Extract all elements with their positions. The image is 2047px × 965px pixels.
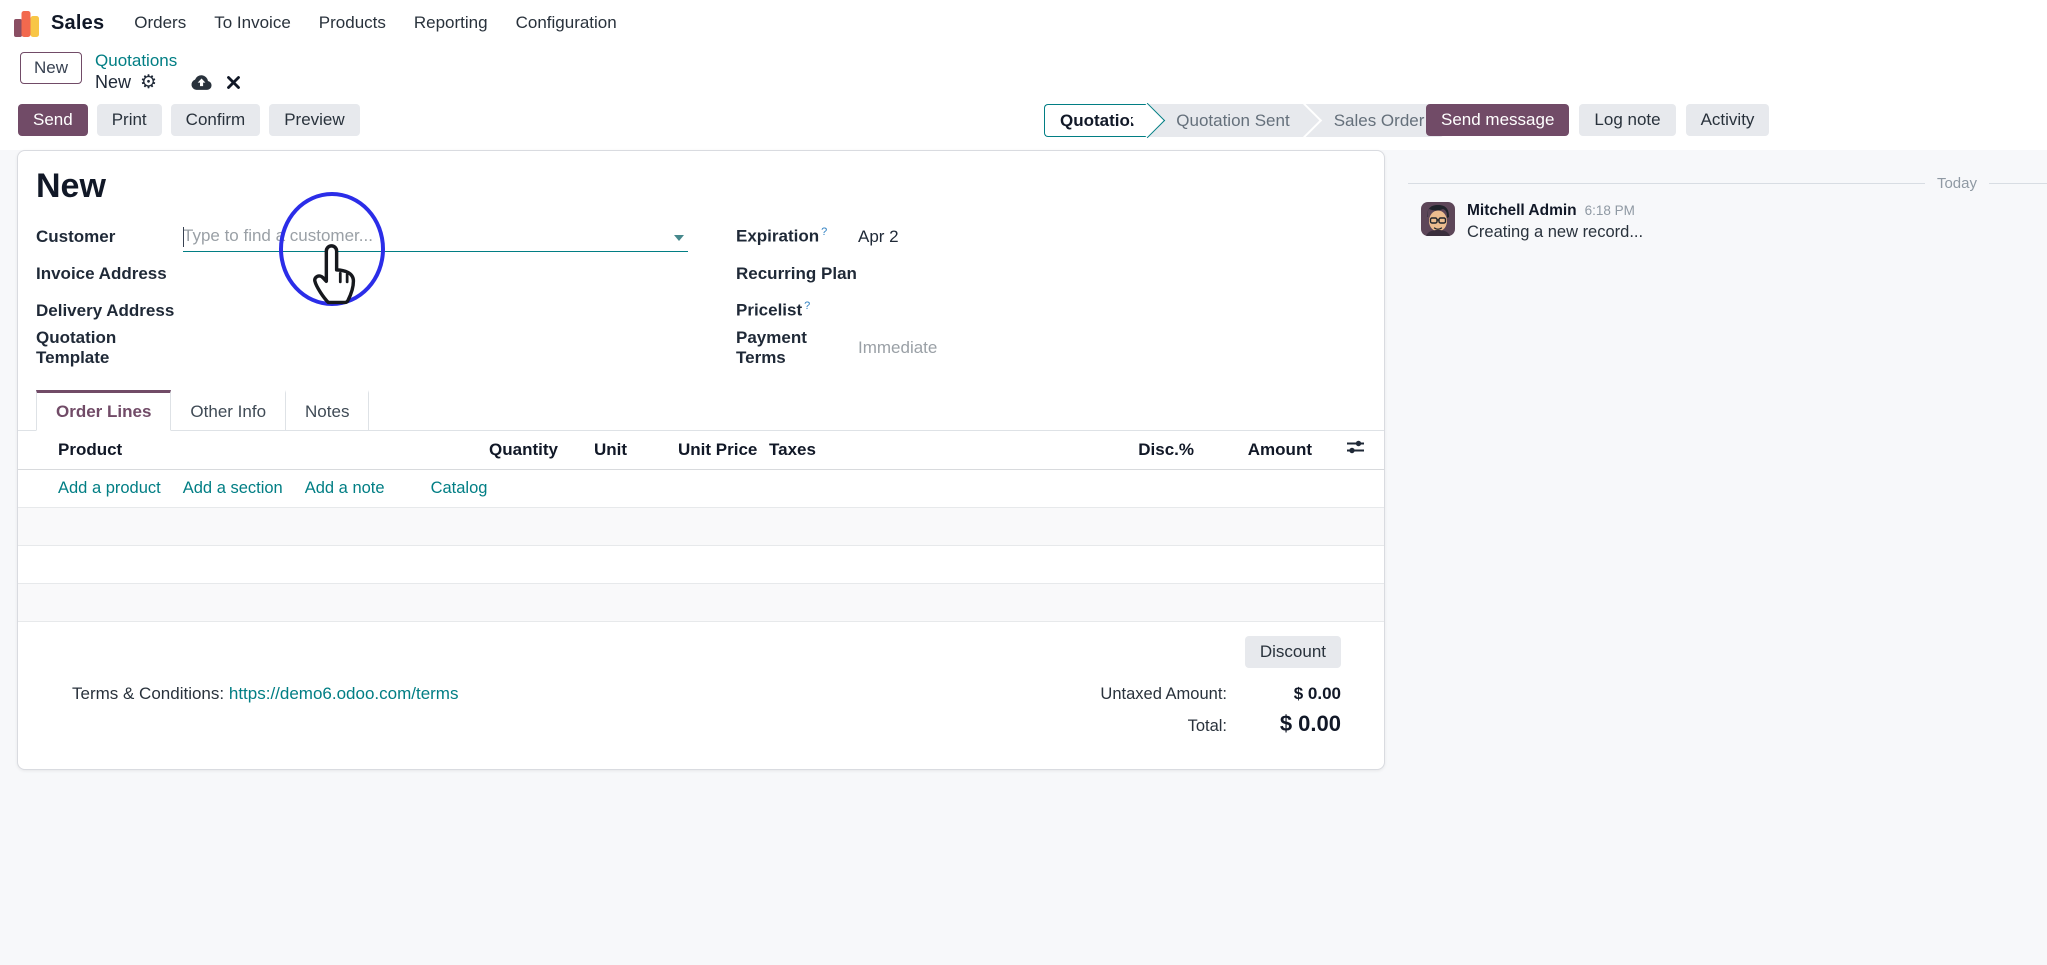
preview-button[interactable]: Preview (269, 104, 359, 136)
status-step-sales-order[interactable]: Sales Order (1306, 104, 1441, 137)
pricelist-label: Pricelist? (736, 300, 858, 321)
app-name[interactable]: Sales (51, 12, 104, 35)
customer-field[interactable] (183, 222, 688, 252)
menu-reporting[interactable]: Reporting (414, 13, 488, 33)
chatter-buttons: Send message Log note Activity (1426, 104, 1769, 136)
breadcrumb-current: New (95, 71, 131, 94)
total-label: Total: (1100, 717, 1227, 736)
add-a-product-link[interactable]: Add a product (58, 479, 161, 498)
customer-input[interactable] (183, 226, 688, 246)
help-icon: ? (821, 226, 827, 238)
total-value: $ 0.00 (1231, 711, 1341, 737)
order-lines-table: Product Quantity Unit Unit Price Taxes D… (18, 431, 1384, 622)
notebook-tabs: Order Lines Other Info Notes (18, 390, 1384, 431)
tab-other-info[interactable]: Other Info (171, 390, 286, 431)
message-body: Creating a new record... (1467, 223, 1643, 242)
breadcrumb-quotations[interactable]: Quotations (95, 50, 240, 71)
send-message-button[interactable]: Send message (1426, 104, 1569, 136)
send-button[interactable]: Send (18, 104, 88, 136)
chatter-message: Mitchell Admin 6:18 PM Creating a new re… (1421, 202, 1643, 242)
menu-configuration[interactable]: Configuration (516, 13, 617, 33)
col-header-taxes: Taxes (763, 431, 1112, 469)
customer-label: Customer (36, 227, 183, 247)
message-timestamp: 6:18 PM (1585, 203, 1635, 218)
col-header-discount: Disc.% (1112, 431, 1204, 469)
col-header-quantity: Quantity (473, 431, 568, 469)
breadcrumb-row: New Quotations New ⚙ (0, 46, 2047, 98)
discard-x-icon[interactable] (227, 76, 240, 89)
save-cloud-icon[interactable] (190, 74, 212, 91)
menu-orders[interactable]: Orders (134, 13, 186, 33)
quotation-form-card: New Customer Invoice Address Delivery Ad… (17, 150, 1385, 770)
status-step-quotation-sent[interactable]: Quotation Sent (1148, 104, 1305, 137)
untaxed-amount-label: Untaxed Amount: (1100, 685, 1227, 704)
delivery-address-label: Delivery Address (36, 301, 183, 321)
recurring-plan-label: Recurring Plan (736, 264, 858, 284)
confirm-button[interactable]: Confirm (171, 104, 261, 136)
terms-link[interactable]: https://demo6.odoo.com/terms (229, 684, 459, 703)
breadcrumb: Quotations New ⚙ (95, 50, 240, 94)
top-nav: Sales Orders To Invoice Products Reporti… (0, 0, 2047, 46)
untaxed-amount-value: $ 0.00 (1231, 684, 1341, 704)
add-a-section-link[interactable]: Add a section (183, 479, 283, 498)
empty-table-row (18, 583, 1384, 621)
avatar (1421, 202, 1455, 236)
add-line-row: Add a product Add a section Add a note C… (18, 469, 1384, 507)
record-title: New (36, 167, 1364, 206)
expiration-label: Expiration? (736, 226, 858, 247)
order-lines-header-row: Product Quantity Unit Unit Price Taxes D… (18, 431, 1384, 469)
chatter-panel: Today Mitchell Admin 6:18 PM Creating a … (1408, 150, 2047, 965)
expiration-value[interactable]: Apr 2 (858, 227, 899, 247)
status-step-quotation[interactable]: Quotation (1044, 104, 1148, 137)
catalog-link[interactable]: Catalog (431, 479, 488, 498)
message-author: Mitchell Admin (1467, 202, 1577, 220)
record-action-buttons: Send Print Confirm Preview (18, 104, 360, 136)
quotation-template-label: Quotation Template (36, 328, 183, 368)
gear-icon[interactable]: ⚙ (140, 73, 157, 92)
control-panel: Send Print Confirm Preview Quotation Quo… (0, 98, 2047, 150)
col-header-unit-price: Unit Price (668, 431, 763, 469)
print-button[interactable]: Print (97, 104, 162, 136)
col-header-amount: Amount (1204, 431, 1322, 469)
text-caret (183, 227, 184, 247)
chevron-down-icon[interactable] (674, 235, 684, 241)
help-icon: ? (804, 300, 810, 312)
date-divider: Today (1408, 175, 2047, 192)
add-a-note-link[interactable]: Add a note (305, 479, 385, 498)
date-divider-label: Today (1937, 175, 1977, 192)
statusbar: Quotation Quotation Sent Sales Order (1044, 104, 1444, 137)
activity-button[interactable]: Activity (1686, 104, 1770, 136)
col-header-unit: Unit (568, 431, 668, 469)
menu-to-invoice[interactable]: To Invoice (214, 13, 291, 33)
invoice-address-label: Invoice Address (36, 264, 183, 284)
tab-notes[interactable]: Notes (286, 390, 369, 431)
discount-button[interactable]: Discount (1245, 636, 1341, 668)
totals-block: Untaxed Amount: $ 0.00 Total: $ 0.00 (1100, 684, 1341, 737)
odoo-apps-icon[interactable] (13, 10, 40, 37)
payment-terms-value[interactable]: Immediate (858, 338, 937, 358)
empty-table-row (18, 507, 1384, 545)
menu-products[interactable]: Products (319, 13, 386, 33)
tab-order-lines[interactable]: Order Lines (36, 390, 171, 431)
new-record-button[interactable]: New (20, 52, 82, 84)
payment-terms-label: Payment Terms (736, 328, 858, 368)
col-header-product: Product (18, 431, 473, 469)
empty-table-row (18, 545, 1384, 583)
terms-and-conditions: Terms & Conditions: https://demo6.odoo.c… (72, 684, 458, 737)
optional-columns-icon[interactable] (1345, 439, 1366, 455)
log-note-button[interactable]: Log note (1579, 104, 1675, 136)
main-menu: Orders To Invoice Products Reporting Con… (134, 13, 616, 33)
